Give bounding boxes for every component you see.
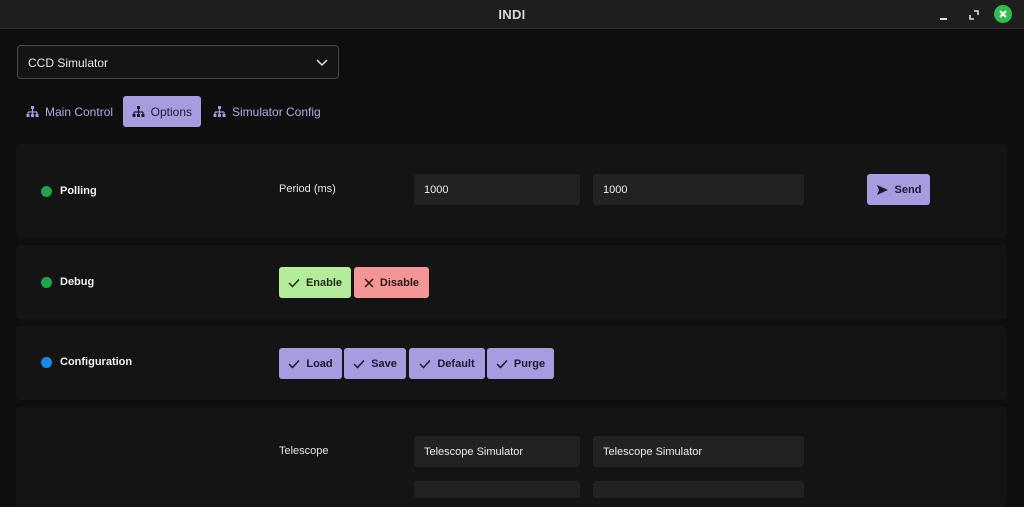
next-current-value [414,481,580,498]
send-icon [876,184,888,195]
check-icon [288,278,300,288]
check-icon [496,359,508,369]
purge-button[interactable]: Purge [487,348,554,379]
configuration-property-label: Configuration [41,356,132,368]
x-icon [364,277,374,288]
send-button[interactable]: Send [867,174,930,205]
tab-simulator-config-label: Simulator Config [232,104,321,119]
debug-property-label: Debug [41,276,94,288]
polling-name: Polling [60,185,97,197]
check-icon [419,359,431,369]
device-select[interactable]: CCD Simulator [17,45,339,79]
polling-property-label: Polling [41,185,97,197]
hierarchy-icon [213,105,226,117]
send-button-label: Send [894,183,922,196]
check-icon [353,359,365,369]
telescope-label: Telescope [279,445,329,457]
hierarchy-icon [132,105,145,117]
close-button[interactable] [994,5,1014,25]
tab-options[interactable]: Options [123,96,201,127]
tab-options-label: Options [150,104,192,119]
window-title: INDI [498,7,526,22]
maximize-icon [969,10,979,20]
polling-status-light [41,185,52,197]
next-input[interactable] [593,481,804,498]
title-bar: INDI [0,0,1024,29]
save-button-label: Save [371,357,397,370]
minimize-icon [940,18,947,20]
configuration-status-light [41,356,52,368]
tab-main-control[interactable]: Main Control [18,96,121,127]
debug-name: Debug [60,276,95,288]
debug-status-light [41,276,52,288]
default-button-label: Default [437,357,475,370]
enable-button-label: Enable [305,276,343,289]
minimize-button[interactable] [934,5,954,25]
close-icon [999,10,1007,18]
telescope-input[interactable]: Telescope Simulator [593,436,804,467]
save-button[interactable]: Save [344,348,406,379]
check-icon [288,359,300,369]
tab-simulator-config[interactable]: Simulator Config [205,96,329,127]
maximize-button[interactable] [964,5,984,25]
device-select-value: CCD Simulator [28,56,109,70]
debug-panel [16,245,1007,319]
disable-button-label: Disable [379,276,420,289]
purge-button-label: Purge [513,357,546,370]
load-button[interactable]: Load [279,348,342,379]
period-current-value: 1000 [414,174,580,205]
disable-button[interactable]: Disable [354,267,429,298]
telescope-current-value: Telescope Simulator [414,436,580,467]
period-input[interactable]: 1000 [593,174,804,205]
enable-button[interactable]: Enable [279,267,351,298]
configuration-name: Configuration [60,356,133,368]
chevron-down-icon [316,59,328,67]
default-button[interactable]: Default [409,348,485,379]
tab-main-control-label: Main Control [45,104,114,119]
period-label: Period (ms) [279,183,336,195]
hierarchy-icon [26,105,39,117]
load-button-label: Load [306,357,333,370]
